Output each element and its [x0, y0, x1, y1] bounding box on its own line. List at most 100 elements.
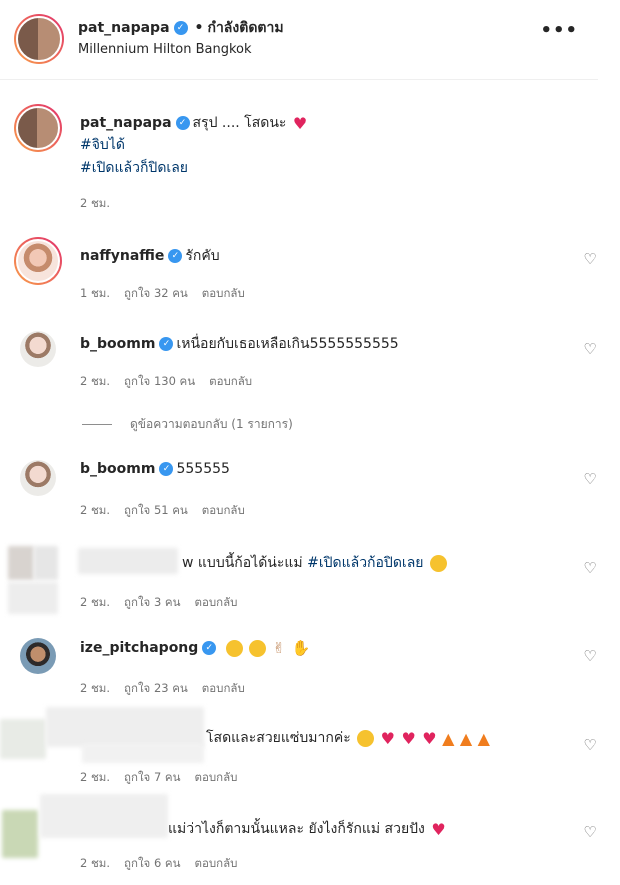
- reply-button[interactable]: ตอบกลับ: [194, 770, 237, 784]
- fire-emoji-icon: ▲: [459, 728, 473, 748]
- comment-text: เหนื่อยกับเธอเหลือเกิน5555555555: [176, 336, 399, 352]
- comment-meta: 2 ชม. ถูกใจ 130 คน ตอบกลับ: [80, 373, 266, 391]
- comment-text: 555555: [176, 461, 230, 477]
- comment-time: 2 ชม.: [80, 374, 111, 388]
- comment-line: w แบบนี้ก้อได้น่ะแม่ #เปิดแล้วก้อปิดเลย: [182, 552, 447, 574]
- comment-text: รักคับ: [185, 248, 220, 264]
- comment-username[interactable]: b_boomm: [80, 461, 155, 477]
- comment-line: โสดและสวยแซ่บมากค่ะ ♥ ♥ ♥ ▲ ▲ ▲: [206, 727, 490, 749]
- comment-avatar[interactable]: [20, 638, 56, 674]
- verified-badge-icon: ✓: [168, 249, 183, 263]
- comment-time: 2 ชม.: [80, 503, 111, 517]
- reply-button[interactable]: ตอบกลับ: [194, 856, 237, 870]
- blurred-avatar: [8, 582, 58, 614]
- comment-username[interactable]: ize_pitchapong: [80, 640, 198, 656]
- comment-likes[interactable]: ถูกใจ 130 คน: [124, 374, 195, 388]
- comment-text: แม่ว่าไงก็ตามนั้นแหละ ยังไงก็รักแม่ สวยป…: [168, 821, 425, 837]
- blurred-username: [82, 743, 204, 763]
- reply-button[interactable]: ตอบกลับ: [202, 286, 245, 300]
- verified-badge-icon: ✓: [175, 116, 190, 130]
- red-heart-emoji-icon: ♥: [431, 819, 446, 839]
- caption-time: 2 ชม.: [80, 196, 111, 210]
- comment-line: b_boomm ✓ 555555: [80, 461, 230, 477]
- comment-username[interactable]: naffynaffie: [80, 248, 164, 264]
- comment-meta: 2 ชม. ถูกใจ 7 คน ตอบกลับ: [80, 769, 251, 787]
- hand-emoji-icon: ✋: [291, 639, 311, 657]
- comment-meta: 2 ชม. ถูกใจ 6 คน ตอบกลับ: [80, 855, 251, 873]
- like-heart-icon[interactable]: ♡: [582, 560, 598, 576]
- caption-line: pat_napapa ✓ สรุป .... โสดนะ ♥: [80, 112, 307, 134]
- comment-text: โสดและสวยแซ่บมากค่ะ: [206, 730, 351, 746]
- view-replies-label: ดูข้อความตอบกลับ (1 รายการ): [130, 417, 293, 431]
- comment-text: แบบนี้ก้อได้น่ะแม่: [197, 555, 303, 571]
- replies-divider: [82, 424, 112, 425]
- blurred-avatar: [34, 546, 58, 580]
- like-heart-icon[interactable]: ♡: [582, 824, 598, 840]
- like-heart-icon[interactable]: ♡: [582, 648, 598, 664]
- like-heart-icon[interactable]: ♡: [582, 341, 598, 357]
- comment-likes[interactable]: ถูกใจ 6 คน: [124, 856, 180, 870]
- comment-meta: 2 ชม. ถูกใจ 3 คน ตอบกลับ: [80, 594, 251, 612]
- red-heart-emoji-icon: ♥: [422, 728, 437, 748]
- comment-line: ize_pitchapong ✓ ✌ ✋: [80, 639, 310, 657]
- like-heart-icon[interactable]: ♡: [582, 471, 598, 487]
- more-icon[interactable]: •••: [540, 20, 578, 41]
- comment-time: 2 ชม.: [80, 681, 111, 695]
- comment-line: แม่ว่าไงก็ตามนั้นแหละ ยังไงก็รักแม่ สวยป…: [168, 818, 446, 840]
- comment-likes[interactable]: ถูกใจ 3 คน: [124, 595, 180, 609]
- verified-badge-icon: ✓: [159, 337, 174, 351]
- comment-likes[interactable]: ถูกใจ 51 คน: [124, 503, 188, 517]
- heart-eyes-emoji-icon: [429, 554, 447, 572]
- comment-time: 2 ชม.: [80, 770, 111, 784]
- heart-eyes-emoji-icon: [357, 729, 375, 747]
- comment-avatar[interactable]: [20, 460, 56, 496]
- reply-button[interactable]: ตอบกลับ: [202, 681, 245, 695]
- laughing-emoji-icon: [249, 639, 267, 657]
- broken-heart-emoji-icon: ♥: [292, 113, 308, 133]
- reply-button[interactable]: ตอบกลับ: [202, 503, 245, 517]
- comment-hashtag[interactable]: #เปิดแล้วก้อปิดเลย: [307, 555, 423, 571]
- blurred-avatar: [0, 719, 46, 759]
- comment-avatar[interactable]: [14, 237, 62, 285]
- author-username[interactable]: pat_napapa: [78, 20, 170, 36]
- caption-avatar[interactable]: [14, 104, 62, 152]
- verified-badge-icon: ✓: [173, 21, 188, 35]
- comment-avatar[interactable]: [20, 331, 56, 367]
- caption-username[interactable]: pat_napapa: [80, 115, 172, 131]
- view-replies-button[interactable]: ดูข้อความตอบกลับ (1 รายการ): [82, 415, 293, 434]
- reply-button[interactable]: ตอบกลับ: [194, 595, 237, 609]
- follow-status[interactable]: กำลังติดตาม: [207, 20, 283, 36]
- verified-badge-icon: ✓: [202, 641, 217, 655]
- comment-line: b_boomm ✓ เหนื่อยกับเธอเหลือเกิน5555555555: [80, 333, 399, 355]
- blurred-username: [40, 794, 168, 838]
- fire-emoji-icon: ▲: [442, 728, 455, 748]
- red-heart-emoji-icon: ♥: [401, 728, 416, 748]
- verified-badge-icon: ✓: [159, 462, 174, 476]
- reply-button[interactable]: ตอบกลับ: [209, 374, 252, 388]
- like-heart-icon[interactable]: ♡: [582, 251, 598, 267]
- header-title: pat_napapa ✓ • กำลังติดตาม: [78, 17, 284, 39]
- hand-emoji-icon: ✌: [272, 639, 286, 657]
- comment-username[interactable]: b_boomm: [80, 336, 155, 352]
- comment-meta: 1 ชม. ถูกใจ 32 คน ตอบกลับ: [80, 285, 259, 303]
- blurred-username: [78, 548, 178, 574]
- like-heart-icon[interactable]: ♡: [582, 737, 598, 753]
- comment-likes[interactable]: ถูกใจ 7 คน: [124, 770, 180, 784]
- comment-time: 2 ชม.: [80, 595, 111, 609]
- blurred-username: [46, 707, 204, 747]
- caption-hashtag[interactable]: #เปิดแล้วก็ปิดเลย: [80, 157, 188, 179]
- author-avatar[interactable]: [14, 14, 64, 64]
- blurred-avatar: [8, 546, 34, 580]
- post-header: pat_napapa ✓ • กำลังติดตาม Millennium Hilto…: [0, 0, 598, 80]
- surprised-emoji-icon: [225, 639, 243, 657]
- comment-time: 2 ชม.: [80, 856, 111, 870]
- caption-hashtag[interactable]: #จิบได้: [80, 134, 125, 156]
- comment-likes[interactable]: ถูกใจ 32 คน: [124, 286, 188, 300]
- comment-time: 1 ชม.: [80, 286, 111, 300]
- location-link[interactable]: Millennium Hilton Bangkok: [78, 42, 252, 57]
- caption-text: สรุป .... โสดนะ: [192, 115, 287, 131]
- separator: •: [194, 20, 204, 36]
- red-heart-emoji-icon: ♥: [380, 728, 396, 748]
- fire-emoji-icon: ▲: [477, 728, 490, 748]
- comment-likes[interactable]: ถูกใจ 23 คน: [124, 681, 188, 695]
